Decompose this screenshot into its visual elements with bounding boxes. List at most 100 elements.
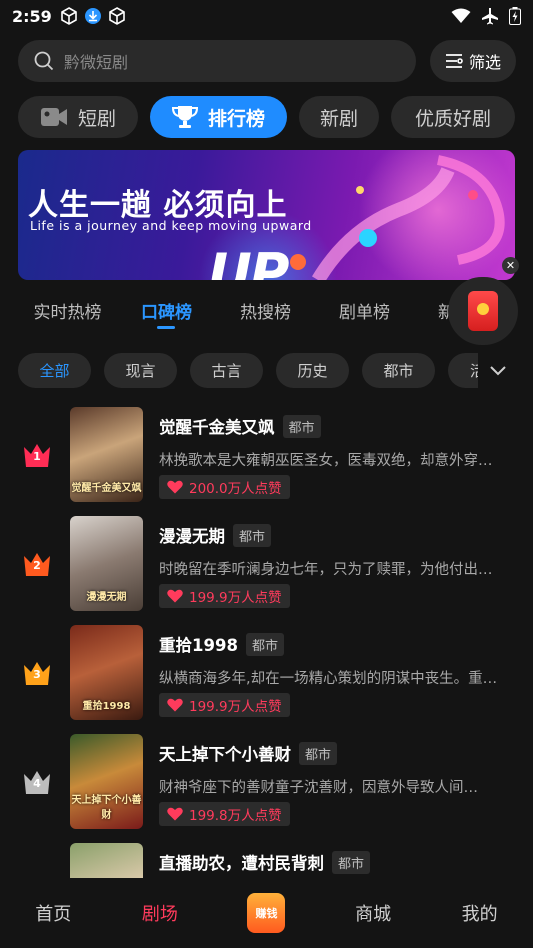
poster-title: 重拾1998 (82, 701, 131, 712)
drama-title: 重拾1998 (159, 636, 238, 655)
likes-badge: 199.9万人点赞 (159, 693, 290, 717)
nav-home[interactable]: 首页 (0, 900, 107, 926)
download-icon (84, 8, 101, 24)
status-bar: 2:59 (0, 0, 533, 32)
rank-number: 2 (33, 559, 41, 572)
cube-icon (60, 7, 77, 25)
rank-crown-badge: 4 (22, 768, 52, 796)
rank-list-item[interactable]: 1 觉醒千金美又飒 觉醒千金美又飒 都市 林挽歌本是大雍朝巫医圣女，医毒双绝，却… (0, 407, 533, 503)
cube-icon-2 (108, 7, 125, 25)
drama-description: 时晚留在季听澜身边七年，只为了赎罪，为他付出… (159, 562, 493, 578)
rank-number: 3 (33, 668, 41, 681)
video-camera-icon (40, 106, 68, 128)
earn-label: 赚钱 (255, 907, 278, 920)
drama-title: 直播助农，遭村民背刺 (159, 854, 324, 873)
subtab-realtime-hot[interactable]: 实时热榜 (18, 296, 117, 336)
filter-icon (445, 54, 463, 68)
likes-count: 199.9万人点赞 (189, 699, 282, 715)
banner-subline: Life is a journey and keep moving upward (30, 218, 312, 233)
drama-description: 林挽歌本是大雍朝巫医圣女，医毒双绝，却意外穿越… (159, 453, 499, 469)
genre-chip-partial[interactable]: 活 (448, 353, 478, 388)
status-time: 2:59 (12, 6, 52, 26)
search-row: 黔微短剧 筛选 (18, 40, 516, 84)
tab-label: 优质好剧 (414, 107, 491, 130)
rank-crown-badge: 3 (22, 659, 52, 687)
genre-filter-row: 全部 现言 古言 历史 都市 活 (18, 353, 478, 389)
red-envelope-button[interactable] (448, 277, 518, 345)
airplane-icon (482, 8, 498, 25)
likes-count: 199.8万人点赞 (189, 808, 282, 824)
heart-icon (167, 807, 183, 821)
red-envelope-icon (468, 291, 498, 331)
rank-crown-badge: 1 (22, 441, 52, 469)
genre-tag: 都市 (332, 850, 371, 874)
drama-poster[interactable]: 重拾1998 (70, 625, 143, 720)
rank-number: 1 (33, 450, 41, 463)
nav-earn[interactable]: 赚钱 (213, 893, 320, 933)
likes-badge: 199.8万人点赞 (159, 802, 290, 826)
subtab-playlist[interactable]: 剧单榜 (315, 296, 414, 336)
tab-quality-drama[interactable]: 优质好剧 (391, 96, 515, 138)
rank-list-item[interactable]: 2 漫漫无期 漫漫无期 都市 时晚留在季听澜身边七年，只为了赎罪，为他付出… 1… (0, 516, 533, 612)
bottom-navigation: 首页 剧场 赚钱 商城 我的 (0, 878, 533, 948)
rank-list-item[interactable]: 3 重拾1998 重拾1998 都市 纵横商海多年,却在一场精心策划的阴谋中丧生… (0, 625, 533, 721)
tab-ranking[interactable]: 排行榜 (150, 96, 287, 138)
drama-description: 纵横商海多年,却在一场精心策划的阴谋中丧生。重… (159, 671, 498, 687)
drama-poster[interactable]: 天上掉下个小善财 (70, 734, 143, 829)
drama-title: 天上掉下个小善财 (159, 745, 291, 764)
rank-number: 4 (33, 777, 41, 790)
subtab-word-of-mouth[interactable]: 口碑榜 (117, 296, 216, 336)
genre-expand-button[interactable] (478, 353, 518, 389)
genre-chip-modern-romance[interactable]: 现言 (104, 353, 177, 388)
wifi-icon (451, 8, 471, 23)
earn-money-icon: 赚钱 (247, 893, 286, 933)
banner-close-icon[interactable]: ✕ (502, 257, 519, 274)
genre-chip-history[interactable]: 历史 (276, 353, 349, 388)
drama-description: 财神爷座下的善财童子沈善财，因意外导致人间… (159, 780, 478, 796)
drama-poster[interactable]: 觉醒千金美又飒 (70, 407, 143, 502)
chevron-down-icon (490, 366, 506, 376)
tab-short-drama[interactable]: 短剧 (18, 96, 138, 138)
genre-chip-all[interactable]: 全部 (18, 353, 91, 388)
likes-count: 200.0万人点赞 (189, 481, 282, 497)
drama-title: 漫漫无期 (159, 527, 225, 546)
tab-label: 新剧 (319, 107, 358, 130)
poster-title: 天上掉下个小善财 (71, 795, 142, 821)
search-icon (34, 51, 54, 71)
battery-icon (509, 7, 521, 25)
heart-icon (167, 589, 183, 603)
tab-new-drama[interactable]: 新剧 (299, 96, 379, 138)
genre-tag: 都市 (282, 414, 321, 438)
likes-badge: 199.9万人点赞 (159, 584, 290, 608)
genre-tag: 都市 (245, 632, 284, 656)
poster-title: 漫漫无期 (86, 592, 127, 603)
nav-mine[interactable]: 我的 (426, 900, 533, 926)
trophy-icon (171, 105, 198, 129)
search-input[interactable]: 黔微短剧 (18, 40, 416, 82)
tab-label: 短剧 (77, 107, 116, 130)
likes-count: 199.9万人点赞 (189, 590, 282, 606)
ranking-sub-tabs: 实时热榜 口碑榜 热搜榜 剧单榜 新剧榜 (18, 296, 488, 336)
genre-tag: 都市 (233, 523, 272, 547)
genre-chip-ancient-romance[interactable]: 古言 (190, 353, 263, 388)
genre-chip-urban[interactable]: 都市 (362, 353, 435, 388)
rank-list-item[interactable]: 4 天上掉下个小善财 天上掉下个小善财 都市 财神爷座下的善财童子沈善财，因意外… (0, 734, 533, 830)
nav-mall[interactable]: 商城 (320, 900, 427, 926)
heart-icon (167, 698, 183, 712)
banner-graphic-text: UP (208, 242, 289, 280)
genre-tag: 都市 (299, 741, 338, 765)
top-tabs: 短剧 排行榜 新剧 优质好剧 (18, 96, 533, 138)
search-placeholder: 黔微短剧 (64, 53, 129, 72)
rank-crown-badge: 2 (22, 550, 52, 578)
subtab-hot-search[interactable]: 热搜榜 (216, 296, 315, 336)
tab-label: 排行榜 (207, 107, 265, 130)
heart-icon (167, 480, 183, 494)
likes-badge: 200.0万人点赞 (159, 475, 290, 499)
filter-button[interactable]: 筛选 (430, 40, 516, 82)
promo-banner[interactable]: 人生一趟 必须向上 Life is a journey and keep mov… (18, 150, 515, 280)
drama-title: 觉醒千金美又飒 (159, 418, 275, 437)
poster-title: 觉醒千金美又飒 (71, 483, 142, 494)
filter-label: 筛选 (468, 53, 501, 72)
nav-theater[interactable]: 剧场 (107, 900, 214, 926)
drama-poster[interactable]: 漫漫无期 (70, 516, 143, 611)
